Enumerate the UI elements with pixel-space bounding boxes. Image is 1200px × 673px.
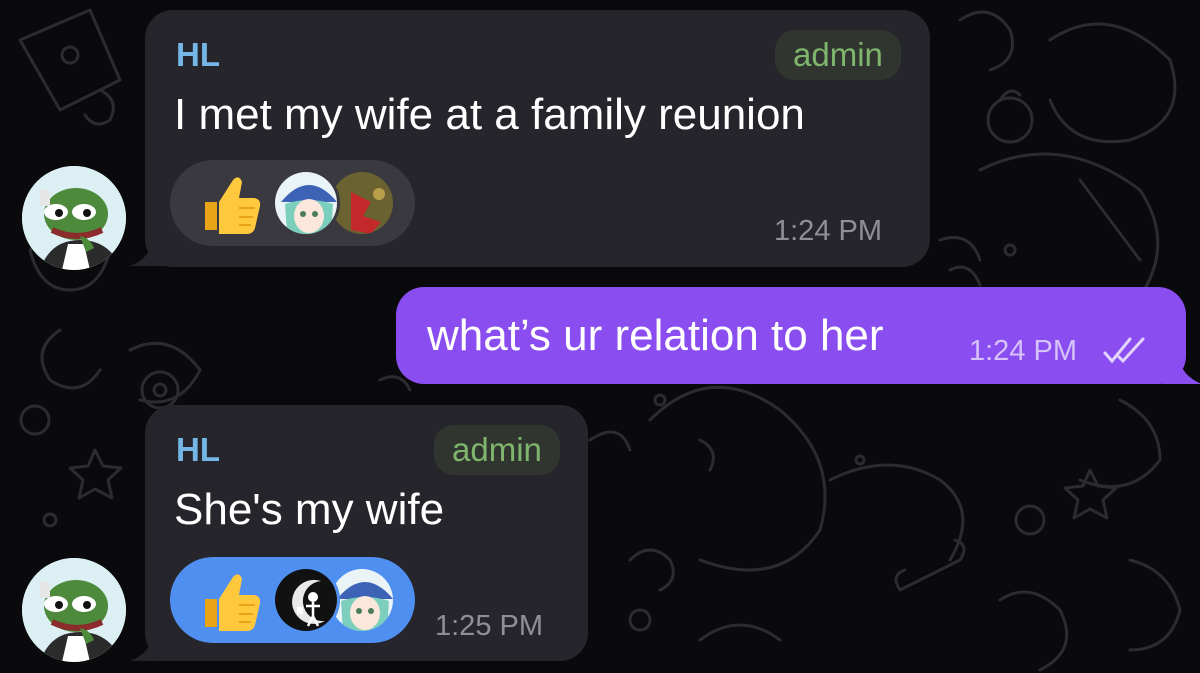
admin-badge: admin <box>775 30 901 80</box>
thumbs-up-icon <box>195 168 265 238</box>
admin-badge: admin <box>434 425 560 475</box>
message-text: She's my wife <box>174 485 445 534</box>
message-time: 1:25 PM <box>435 610 543 642</box>
message-text: I met my wife at a family reunion <box>174 90 805 139</box>
reactor-avatar-1[interactable] <box>272 169 340 237</box>
message-time: 1:24 PM <box>969 335 1077 367</box>
incoming-message-bubble[interactable]: HL admin She's my wife 1:25 PM <box>145 405 588 661</box>
sender-avatar[interactable] <box>22 166 126 270</box>
reaction-thumbs-up-selected[interactable] <box>170 557 415 643</box>
sender-avatar[interactable] <box>22 558 126 662</box>
outgoing-message-bubble[interactable]: what’s ur relation to her 1:24 PM <box>396 287 1186 384</box>
sender-name[interactable]: HL <box>176 431 220 469</box>
reaction-thumbs-up[interactable] <box>170 160 415 246</box>
incoming-message-bubble[interactable]: HL admin I met my wife at a family reuni… <box>145 10 930 267</box>
message-text: what’s ur relation to her <box>427 311 884 360</box>
read-double-check-icon <box>1102 335 1148 365</box>
sender-name[interactable]: HL <box>176 36 220 74</box>
thumbs-up-icon <box>195 565 265 635</box>
reactor-avatar-1[interactable] <box>272 566 340 634</box>
message-time: 1:24 PM <box>774 215 882 247</box>
